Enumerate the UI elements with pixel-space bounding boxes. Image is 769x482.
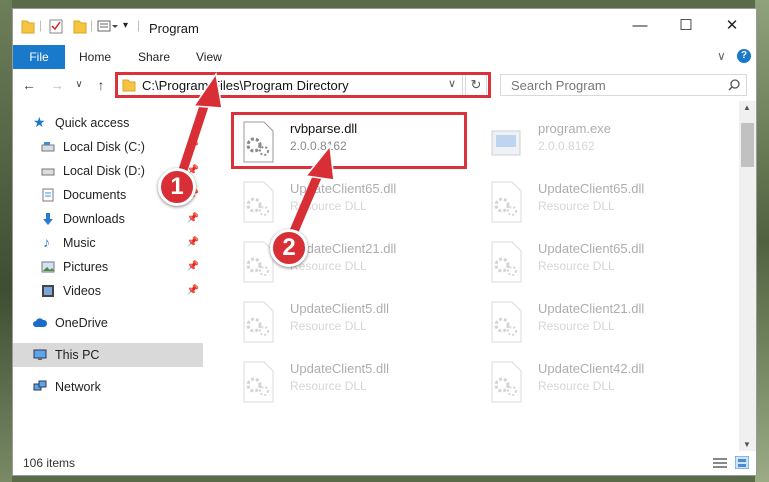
arrow-1 <box>178 95 211 175</box>
annotation-arrows <box>178 72 335 241</box>
arrow-1-head <box>192 72 223 109</box>
step-badge-1: 1 <box>158 168 196 206</box>
step-badge-2: 2 <box>270 229 308 267</box>
arrow-2-head <box>304 144 335 181</box>
arrow-2 <box>287 165 325 241</box>
